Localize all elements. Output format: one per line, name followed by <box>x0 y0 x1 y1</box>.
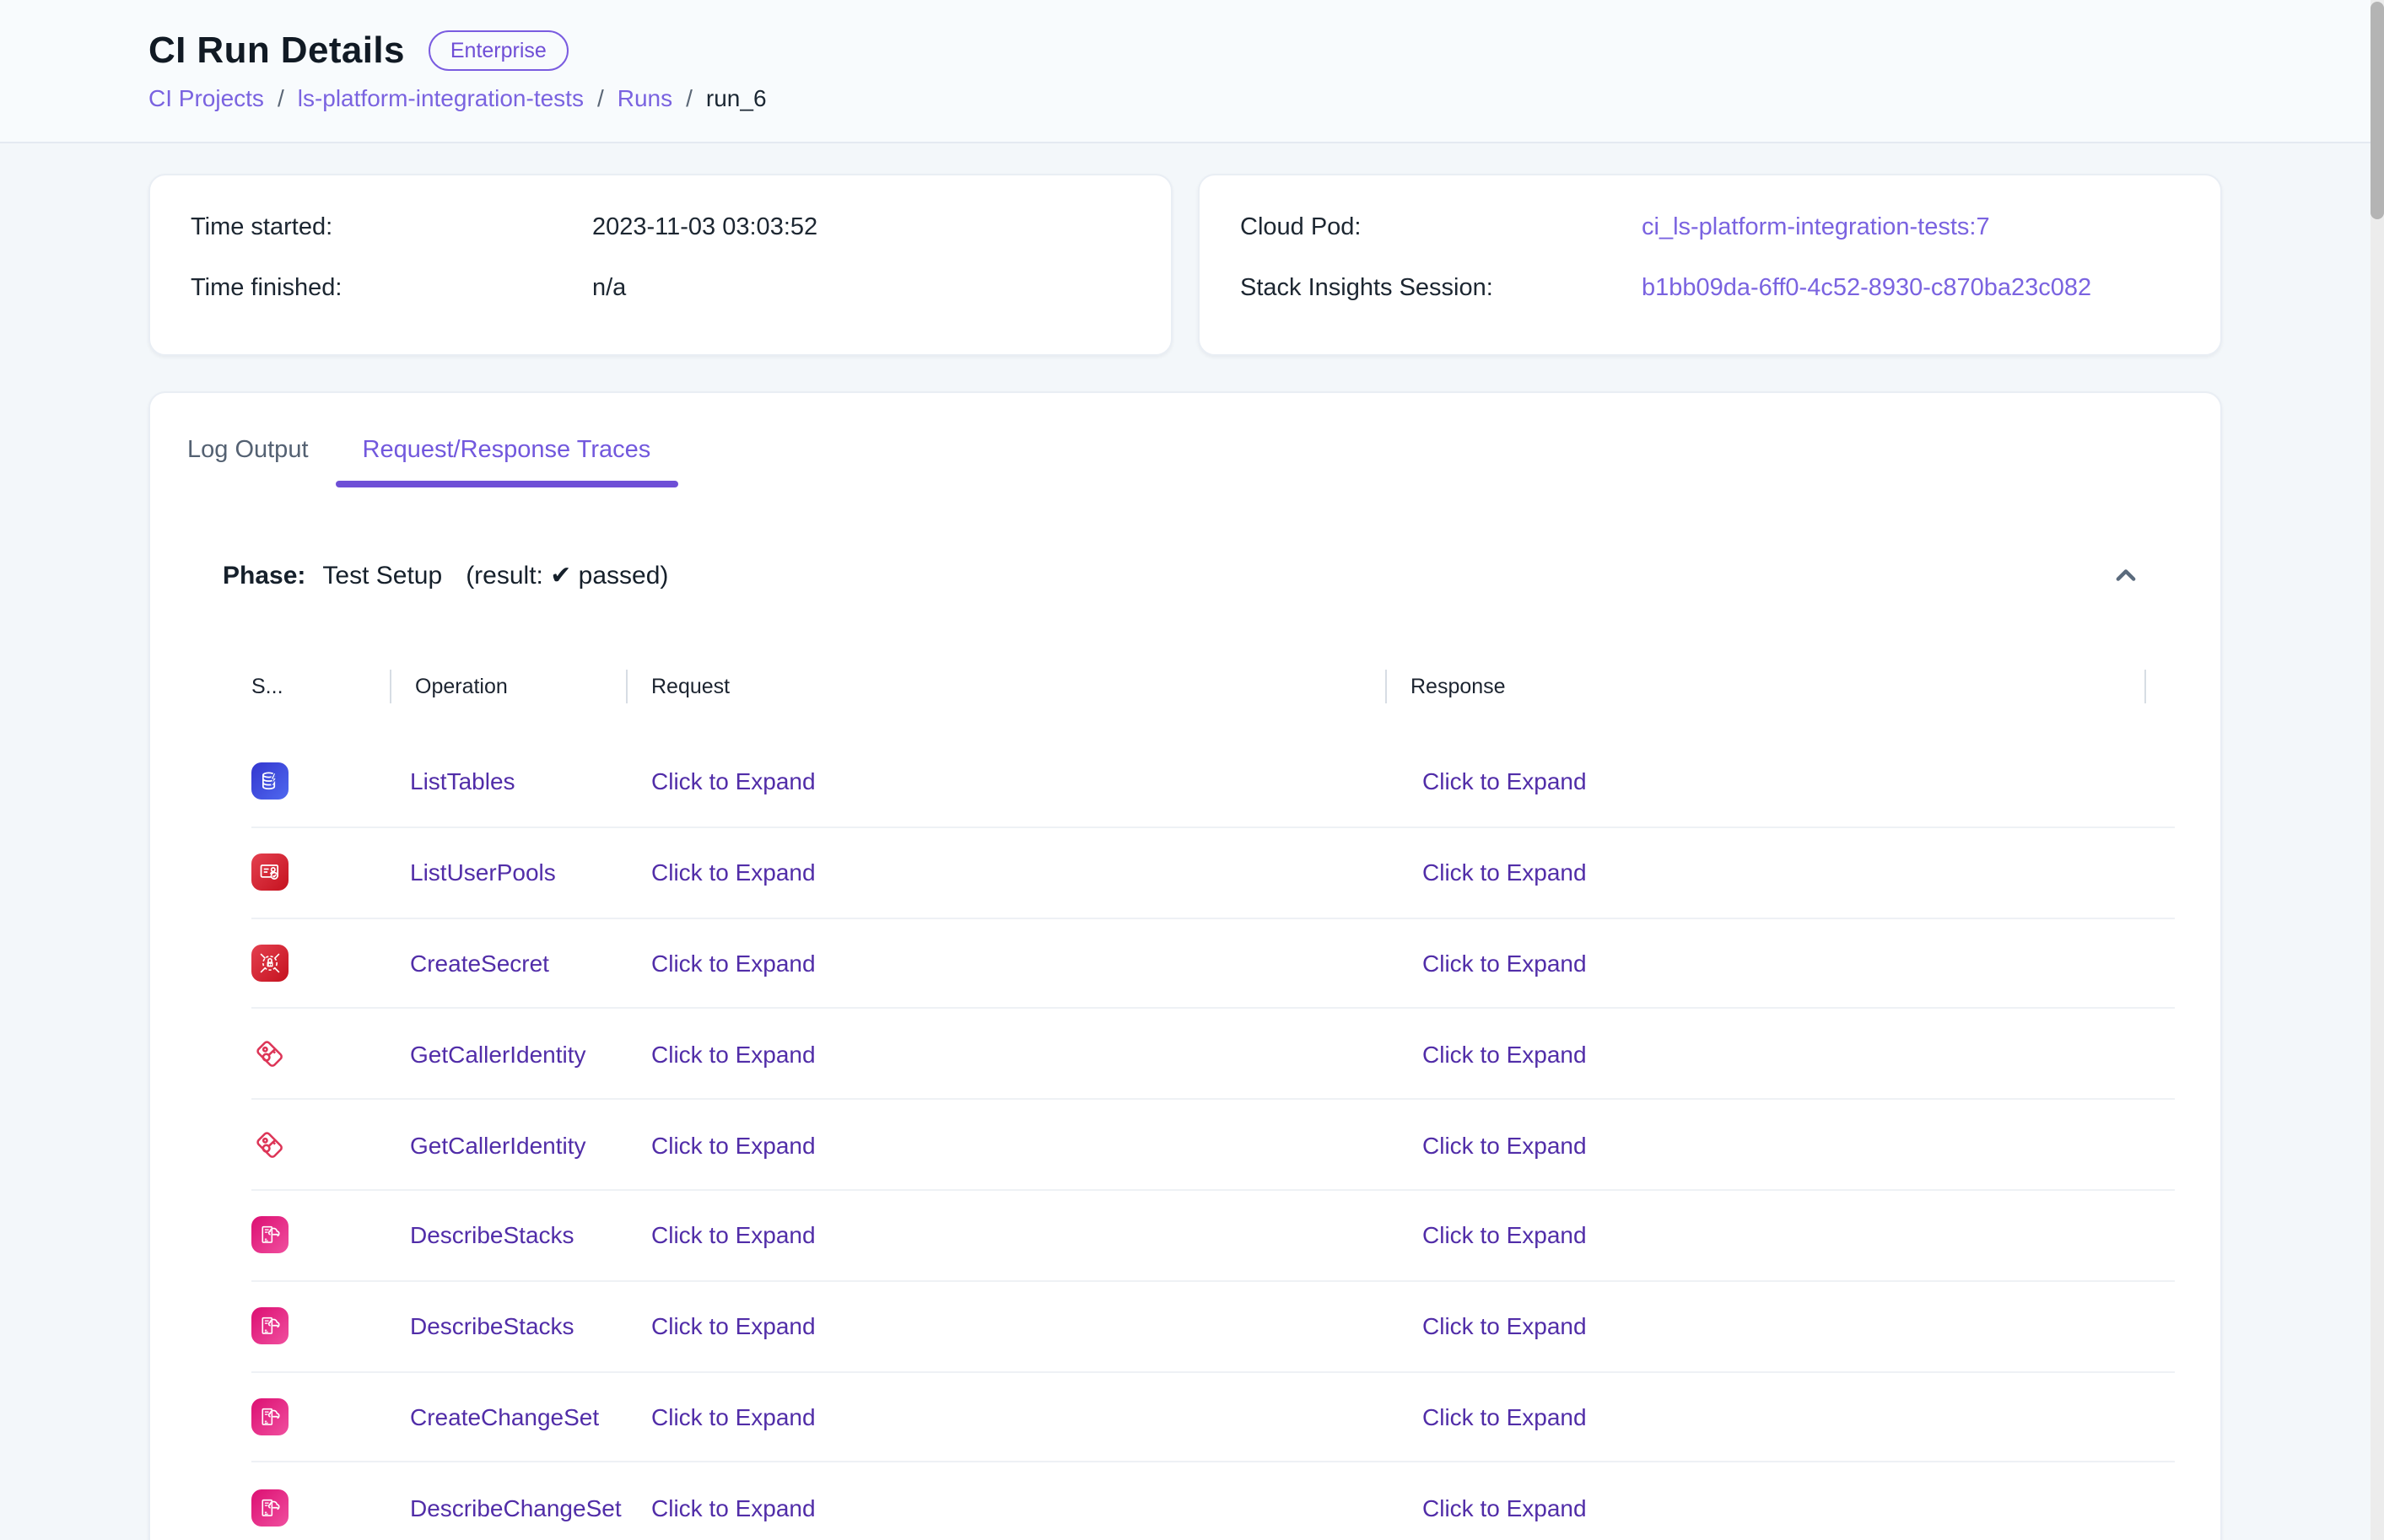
column-header-service: S... <box>251 653 390 720</box>
operation-link[interactable]: GetCallerIdentity <box>390 1131 626 1158</box>
stack-insights-link[interactable]: b1bb09da-6ff0-4c52-8930-c870ba23c082 <box>1642 272 2180 307</box>
title-row: CI Run Details Enterprise <box>148 0 2384 73</box>
operation-link[interactable]: DescribeStacks <box>390 1312 626 1339</box>
table-row: CreateChangeSet Click to Expand Click to… <box>251 1372 2175 1463</box>
cloudformation-icon <box>251 1307 289 1344</box>
breadcrumb-separator: / <box>686 84 693 111</box>
time-started-label: Time started: <box>191 211 592 246</box>
phase-label: Phase: <box>223 562 305 590</box>
request-expand-link[interactable]: Click to Expand <box>626 859 1385 886</box>
response-expand-link[interactable]: Click to Expand <box>1385 1494 2144 1521</box>
request-expand-link[interactable]: Click to Expand <box>626 1403 1385 1430</box>
column-header-spacer <box>2144 653 2175 720</box>
time-info-card: Time started: 2023-11-03 03:03:52 Time f… <box>148 174 1173 356</box>
scrollbar-thumb[interactable] <box>2371 2 2384 219</box>
table-row: ListUserPools Click to Expand Click to E… <box>251 828 2175 919</box>
secrets-manager-icon <box>251 945 289 982</box>
response-expand-link[interactable]: Click to Expand <box>1385 1131 2144 1158</box>
tab-request-response-traces[interactable]: Request/Response Traces <box>336 420 678 487</box>
tabs: Log Output Request/Response Traces <box>150 393 2220 487</box>
column-header-response: Response <box>1385 653 2144 720</box>
stack-insights-label: Stack Insights Session: <box>1240 272 1642 307</box>
response-expand-link[interactable]: Click to Expand <box>1385 950 2144 977</box>
breadcrumb: CI Projects / ls-platform-integration-te… <box>148 84 2384 111</box>
page-header: CI Run Details Enterprise CI Projects / … <box>0 0 2384 143</box>
request-expand-link[interactable]: Click to Expand <box>626 1131 1385 1158</box>
table-row: ListTables Click to Expand Click to Expa… <box>251 737 2175 828</box>
sts-icon <box>251 1126 289 1163</box>
chevron-up-icon[interactable] <box>2106 555 2146 595</box>
time-started-value: 2023-11-03 03:03:52 <box>592 211 1130 246</box>
breadcrumb-runs[interactable]: Runs <box>618 84 672 111</box>
cloud-pod-link[interactable]: ci_ls-platform-integration-tests:7 <box>1642 211 2180 246</box>
operation-link[interactable]: DescribeChangeSet <box>390 1494 626 1521</box>
phase-heading: Phase: Test Setup (result: ✔ passed) <box>223 560 668 590</box>
dynamodb-icon <box>251 763 289 800</box>
phase-accordion-header[interactable]: Phase: Test Setup (result: ✔ passed) <box>150 545 2220 606</box>
table-row: GetCallerIdentity Click to Expand Click … <box>251 1100 2175 1191</box>
request-expand-link[interactable]: Click to Expand <box>626 1494 1385 1521</box>
cloud-pod-label: Cloud Pod: <box>1240 211 1642 246</box>
time-finished-value: n/a <box>592 272 1130 307</box>
response-expand-link[interactable]: Click to Expand <box>1385 1403 2144 1430</box>
request-expand-link[interactable]: Click to Expand <box>626 768 1385 795</box>
request-expand-link[interactable]: Click to Expand <box>626 1041 1385 1068</box>
operation-link[interactable]: ListUserPools <box>390 859 626 886</box>
request-expand-link[interactable]: Click to Expand <box>626 1222 1385 1249</box>
enterprise-badge: Enterprise <box>429 30 569 71</box>
column-header-operation: Operation <box>390 653 626 720</box>
request-expand-link[interactable]: Click to Expand <box>626 950 1385 977</box>
ci-run-details-page: CI Run Details Enterprise CI Projects / … <box>0 0 2384 1540</box>
table-row: CreateSecret Click to Expand Click to Ex… <box>251 918 2175 1010</box>
breadcrumb-separator: / <box>278 84 284 111</box>
table-row: DescribeChangeSet Click to Expand Click … <box>251 1463 2175 1540</box>
breadcrumb-project[interactable]: ls-platform-integration-tests <box>298 84 584 111</box>
breadcrumb-ci-projects[interactable]: CI Projects <box>148 84 264 111</box>
operation-link[interactable]: CreateChangeSet <box>390 1403 626 1430</box>
response-expand-link[interactable]: Click to Expand <box>1385 768 2144 795</box>
tab-log-output[interactable]: Log Output <box>160 420 336 487</box>
phase-result: (result: ✔ passed) <box>466 560 668 590</box>
cloudformation-icon <box>251 1398 289 1435</box>
table-row: DescribeStacks Click to Expand Click to … <box>251 1282 2175 1373</box>
request-expand-link[interactable]: Click to Expand <box>626 1312 1385 1339</box>
cloudformation-icon <box>251 1217 289 1254</box>
table-row: GetCallerIdentity Click to Expand Click … <box>251 1010 2175 1101</box>
operation-link[interactable]: ListTables <box>390 768 626 795</box>
info-cards-row: Time started: 2023-11-03 03:03:52 Time f… <box>148 174 2222 356</box>
page-title: CI Run Details <box>148 29 405 73</box>
trace-table: S... Operation Request Response ListTabl… <box>251 653 2175 1540</box>
traces-card: Log Output Request/Response Traces Phase… <box>148 391 2222 1540</box>
phase-name: Test Setup <box>322 562 442 590</box>
table-row: DescribeStacks Click to Expand Click to … <box>251 1191 2175 1282</box>
time-finished-label: Time finished: <box>191 272 592 307</box>
response-expand-link[interactable]: Click to Expand <box>1385 1312 2144 1339</box>
operation-link[interactable]: GetCallerIdentity <box>390 1041 626 1068</box>
sts-icon <box>251 1036 289 1073</box>
links-info-card: Cloud Pod: ci_ls-platform-integration-te… <box>1198 174 2222 356</box>
cloudformation-icon <box>251 1489 289 1527</box>
cognito-icon <box>251 853 289 891</box>
response-expand-link[interactable]: Click to Expand <box>1385 1222 2144 1249</box>
table-header-row: S... Operation Request Response <box>251 653 2175 720</box>
response-expand-link[interactable]: Click to Expand <box>1385 1041 2144 1068</box>
column-header-request: Request <box>626 653 1385 720</box>
breadcrumb-separator: / <box>597 84 604 111</box>
breadcrumb-current-run: run_6 <box>706 84 767 111</box>
operation-link[interactable]: CreateSecret <box>390 950 626 977</box>
scrollbar-track[interactable] <box>2371 0 2384 1540</box>
operation-link[interactable]: DescribeStacks <box>390 1222 626 1249</box>
response-expand-link[interactable]: Click to Expand <box>1385 859 2144 886</box>
